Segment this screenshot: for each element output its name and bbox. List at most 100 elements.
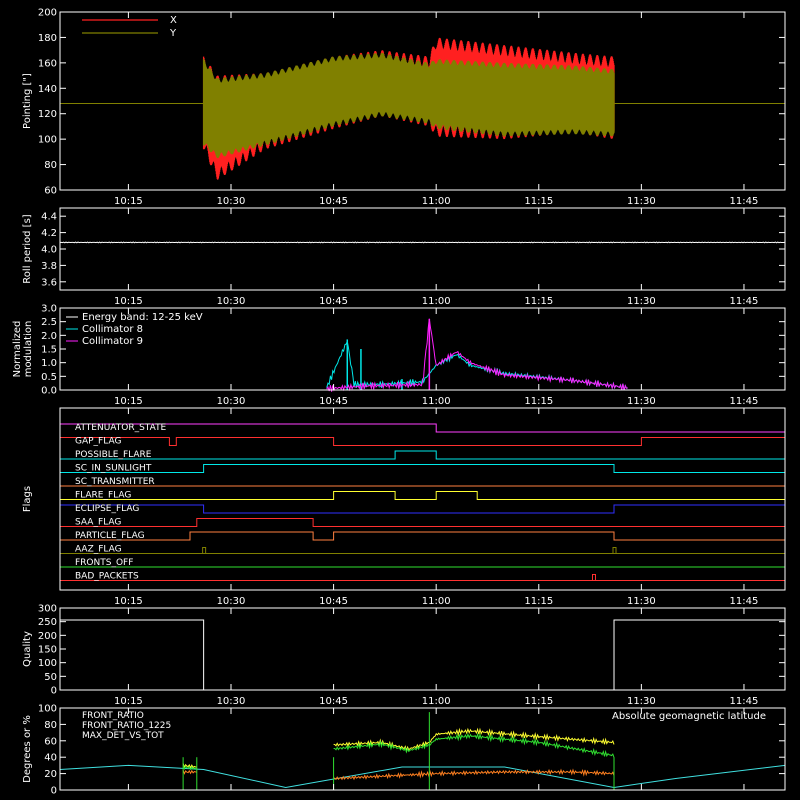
x-tick-label: 10:45	[319, 296, 348, 307]
ratio-line-early	[182, 769, 197, 775]
flag-pulse	[591, 574, 596, 581]
y-axis-label: Pointing ["]	[22, 73, 33, 129]
flag-label: ECLIPSE_FLAG	[75, 504, 139, 514]
x-tick-label: 11:15	[524, 696, 553, 707]
legend-label-ratio: FRONT_RATIO_1225	[82, 721, 171, 731]
x-tick-label: 11:30	[627, 196, 656, 207]
y-tick-label: 50	[44, 672, 57, 683]
y-tick-label: 2.5	[41, 317, 57, 328]
flag-label: SAA_FLAG	[75, 518, 121, 528]
flag-label: SC_IN_SUNLIGHT	[75, 464, 152, 474]
x-tick-label: 10:30	[217, 596, 246, 607]
flag-label: FLARE_FLAG	[75, 491, 131, 501]
y-axis-label: Quality	[22, 631, 33, 667]
x-tick-label: 11:15	[524, 596, 553, 607]
flag-line	[60, 464, 785, 473]
flag-label: GAP_FLAG	[75, 437, 121, 447]
legend-label-geomagnetic: Absolute geomagnetic latitude	[612, 711, 766, 722]
y-tick-label: 80	[44, 720, 57, 731]
flag-label: AAZ_FLAG	[75, 545, 122, 555]
x-tick-label: 10:15	[114, 196, 143, 207]
modulation-line-8	[326, 339, 628, 391]
flag-line	[60, 518, 785, 527]
y-tick-label: 200	[38, 8, 57, 19]
x-tick-label: 11:00	[422, 596, 451, 607]
x-tick-label: 11:30	[627, 296, 656, 307]
y-tick-label: 150	[38, 645, 57, 656]
y-tick-label: 200	[38, 631, 57, 642]
x-tick-label: 10:45	[319, 396, 348, 407]
x-tick-label: 11:00	[422, 196, 451, 207]
flag-label: PARTICLE_FLAG	[75, 531, 145, 541]
y-tick-label: 3.6	[41, 277, 57, 288]
y-tick-label: 4.2	[41, 228, 57, 239]
roll-frame	[59, 207, 786, 291]
x-tick-label: 10:15	[114, 596, 143, 607]
x-tick-label: 11:00	[422, 696, 451, 707]
y-tick-label: 100	[38, 658, 57, 669]
x-tick-label: 11:15	[524, 396, 553, 407]
rhessi-summary-plot: XY 10:15 10:30 10:45 11:00 11:15 11:30 11:45 60 8…	[12, 8, 786, 797]
x-tick-label: 11:15	[524, 296, 553, 307]
y-tick-label: 0.5	[41, 372, 57, 383]
y-tick-label: 20	[44, 769, 57, 780]
x-tick-label: 10:15	[114, 296, 143, 307]
flag-label: ATTENUATOR_STATE	[75, 423, 167, 433]
flag-label: FRONTS_OFF	[75, 558, 133, 568]
flag-line	[60, 450, 785, 460]
flag-label: SC_TRANSMITTER	[75, 477, 155, 487]
x-tick-label: 11:15	[524, 196, 553, 207]
legend-label-collimator: Collimator 8	[82, 324, 143, 335]
pointing-y-band	[202, 52, 615, 159]
legend-label-ratio: FRONT_RATIO	[82, 711, 144, 721]
y-tick-label: 180	[38, 33, 57, 44]
flag-line	[60, 531, 785, 541]
y-tick-label: 140	[38, 84, 57, 95]
legend-energy-band: Energy band: 12-25 keV	[82, 312, 203, 323]
x-tick-label: 10:15	[114, 696, 143, 707]
y-axis-label: Flags	[22, 486, 33, 512]
legend-label-x: X	[170, 15, 177, 26]
y-tick-label: 80	[44, 160, 57, 171]
x-tick-label: 11:30	[627, 696, 656, 707]
x-tick-label: 10:45	[319, 596, 348, 607]
x-tick-label: 11:45	[730, 296, 759, 307]
y-axis-label: Normalizedmodulation	[12, 321, 34, 378]
x-tick-label: 10:15	[114, 396, 143, 407]
flag-line	[60, 504, 785, 514]
x-tick-label: 11:00	[422, 296, 451, 307]
ratio-line	[333, 732, 615, 758]
y-tick-label: 3.8	[41, 261, 57, 272]
y-tick-label: 3.0	[41, 304, 57, 315]
legend-label-collimator: Collimator 9	[82, 336, 143, 347]
y-tick-label: 60	[44, 186, 57, 197]
x-tick-label: 10:45	[319, 196, 348, 207]
y-tick-label: 120	[38, 109, 57, 120]
x-tick-label: 11:30	[627, 596, 656, 607]
x-tick-label: 10:30	[217, 396, 246, 407]
y-tick-label: 4.4	[41, 212, 57, 223]
x-tick-label: 10:30	[217, 696, 246, 707]
y-tick-label: 250	[38, 617, 57, 628]
legend-label-y: Y	[169, 28, 177, 39]
x-tick-label: 11:45	[730, 396, 759, 407]
flag-pulse	[202, 547, 207, 554]
modulation-line-9	[326, 318, 628, 392]
x-tick-label: 11:45	[730, 696, 759, 707]
y-tick-label: 1.0	[41, 358, 57, 369]
x-tick-label: 11:45	[730, 196, 759, 207]
y-tick-label: 40	[44, 753, 57, 764]
y-tick-label: 100	[38, 135, 57, 146]
flag-label: BAD_PACKETS	[75, 572, 139, 582]
flag-line	[60, 423, 785, 433]
flag-label: POSSIBLE_FLARE	[75, 450, 152, 460]
flag-pulse	[612, 547, 617, 554]
y-axis-label: Degrees or %	[22, 715, 33, 783]
x-tick-label: 11:45	[730, 596, 759, 607]
legend-label-ratio: MAX_DET_VS_TOT	[82, 731, 164, 741]
y-tick-label: 160	[38, 58, 57, 69]
quality-line	[60, 619, 785, 691]
x-tick-label: 11:30	[627, 396, 656, 407]
y-tick-label: 300	[38, 604, 57, 615]
roll-period-line	[60, 241, 786, 244]
